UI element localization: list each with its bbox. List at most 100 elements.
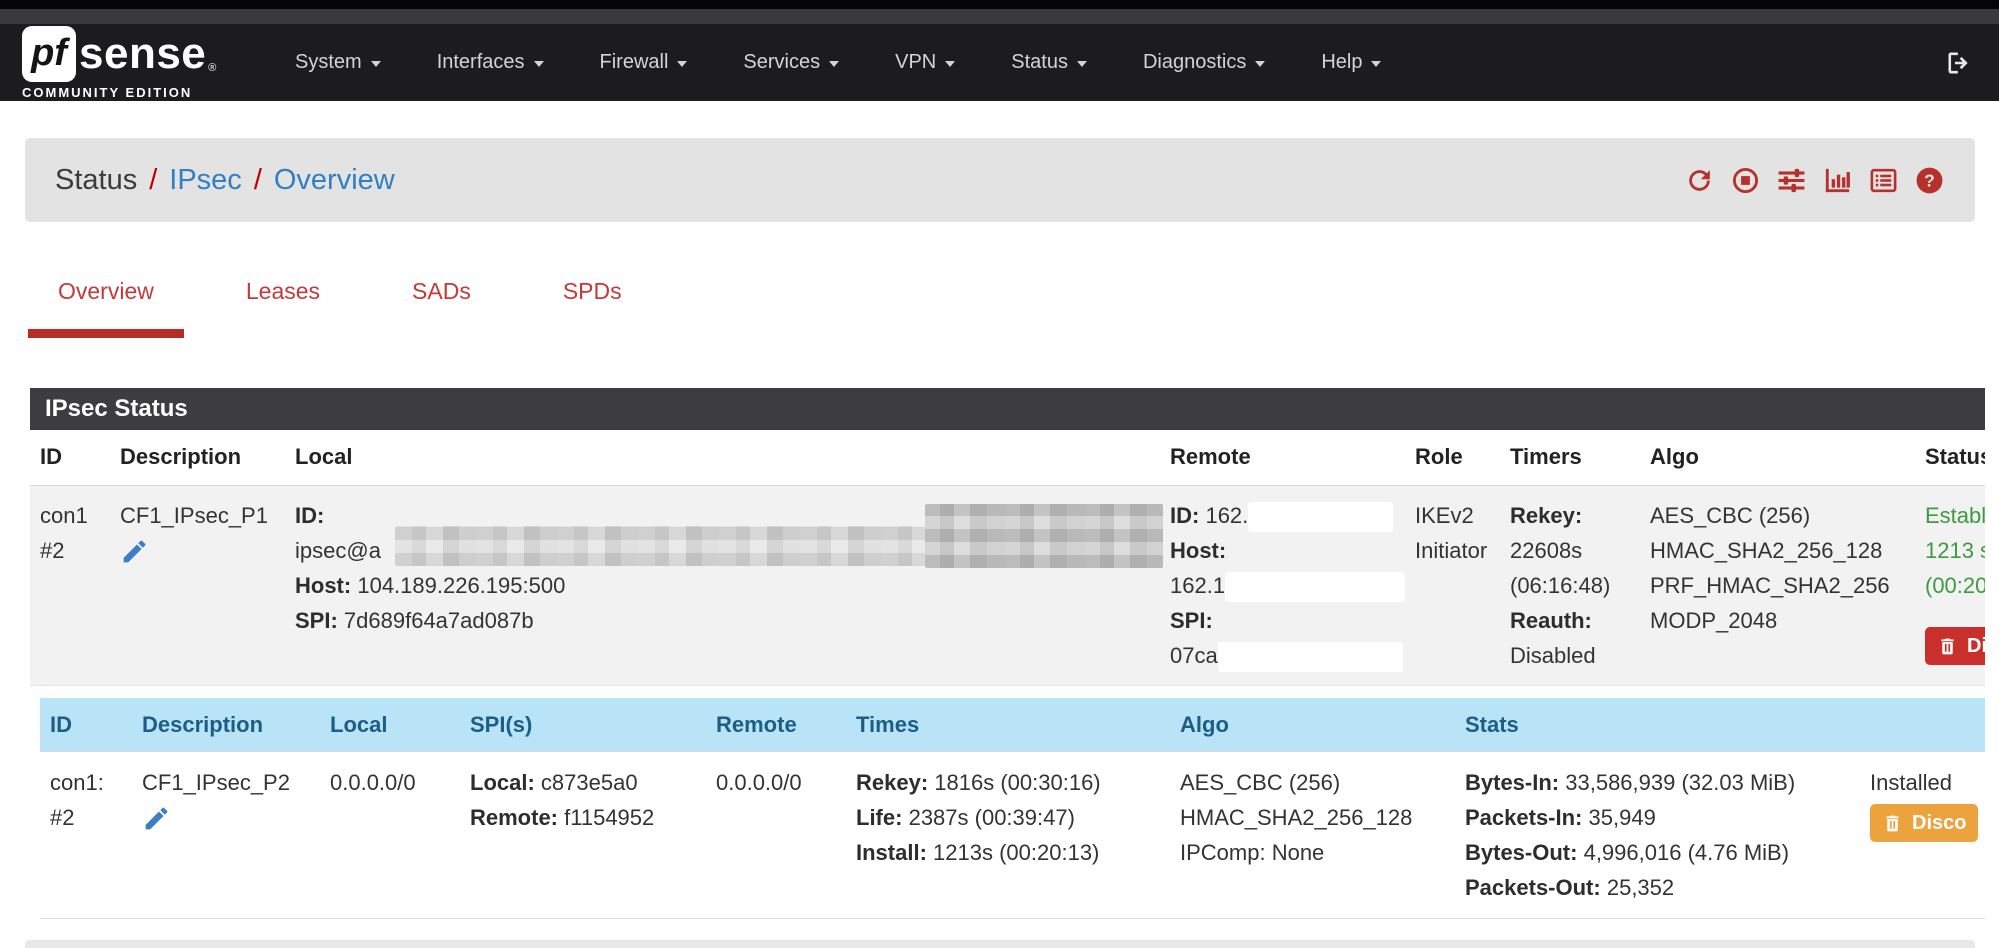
disconnect-p2-button[interactable]: Disco [1870,804,1978,842]
p1-rekey-time: (06:16:48) [1510,573,1610,598]
nav-item-label: System [295,51,362,74]
p1-description-cell: CF1_IPsec_P1 [110,486,285,686]
p1-status-state: Establ [1925,498,1985,533]
sliders-icon[interactable] [1776,165,1807,196]
sign-out-icon[interactable] [1945,49,1973,77]
p1-remote-host-label: Host: [1170,538,1226,563]
breadcrumb-actions: ? [1684,165,1945,196]
edit-pencil-icon[interactable] [142,804,171,833]
p2-spi-remote-value: f1154952 [564,805,654,830]
p2-container-cell: ID Description Local SPI(s) Remote Times… [30,686,1985,932]
p2-bytes-out-value: 4,996,016 (4.76 MiB) [1584,840,1789,865]
svg-text:?: ? [1924,170,1935,190]
p1-col-role: Role [1405,430,1500,486]
p1-remote-id-label: ID: [1170,503,1199,528]
p2-spi-local-label: Local: [470,770,535,795]
pfsense-logo-row: pf sense ® [22,26,237,82]
nav-item-label: Help [1321,51,1362,74]
p2-rekey-label: Rekey: [856,770,928,795]
p2-col-times: Times [846,698,1170,752]
disconnect-p1-label: Dis [1967,635,1985,657]
breadcrumb-link-ipsec[interactable]: IPsec [169,164,242,197]
breadcrumb-separator: / [149,164,157,197]
p1-remote-spi-label: SPI: [1170,608,1213,633]
stop-icon[interactable] [1730,165,1761,196]
p1-remote-host-value: 162.1 [1170,573,1225,598]
p1-timers-cell: Rekey: 22608s (06:16:48) Reauth: Disable… [1500,486,1640,686]
p2-col-actions [1860,698,1985,752]
p2-col-stats: Stats [1455,698,1860,752]
p2-algo-cell: AES_CBC (256) HMAC_SHA2_256_128 IPComp: … [1170,752,1455,919]
bar-chart-icon[interactable] [1822,165,1853,196]
pfsense-logo-tagline: COMMUNITY EDITION [22,85,237,100]
tab-spds[interactable]: SPDs [563,278,622,314]
pfsense-logo-pf: pf [22,26,76,82]
tab-sads[interactable]: SADs [412,278,471,314]
tab-leases[interactable]: Leases [246,278,320,314]
disconnect-p1-button[interactable]: Dis [1925,627,1985,665]
p1-status-uptime: 1213 s [1925,533,1985,568]
p1-local-host-label: Host: [295,573,351,598]
p1-local-id-value: ipsec@a [295,538,381,563]
p1-remote-id-value: 162. [1205,503,1248,528]
nav-item-label: Interfaces [437,51,525,74]
p1-status-time: (00:20 [1925,568,1985,603]
nav-item-label: VPN [895,51,936,74]
p2-install-value: 1213s (00:20:13) [933,840,1099,865]
window-chrome-top [0,0,1999,9]
p1-description: CF1_IPsec_P1 [120,498,275,533]
p2-life-value: 2387s (00:39:47) [909,805,1075,830]
caret-down-icon [1371,61,1381,67]
p2-col-id: ID [40,698,132,752]
nav-item-vpn[interactable]: VPN [867,24,983,101]
nav-item-system[interactable]: System [267,24,409,101]
next-panel-edge [25,940,1975,948]
p2-spi-local-value: c873e5a0 [541,770,638,795]
nav-item-interfaces[interactable]: Interfaces [409,24,572,101]
p2-spi-remote-label: Remote: [470,805,558,830]
p2-col-local: Local [320,698,460,752]
refresh-icon[interactable] [1684,165,1715,196]
caret-down-icon [371,61,381,67]
p2-rekey-value: 1816s (00:30:16) [934,770,1100,795]
p2-times-cell: Rekey: 1816s (00:30:16) Life: 2387s (00:… [846,752,1170,919]
help-icon[interactable]: ? [1914,165,1945,196]
nav-item-diagnostics[interactable]: Diagnostics [1115,24,1293,101]
top-navbar: pf sense ® COMMUNITY EDITION System Inte… [0,24,1999,101]
p1-algo-dhgroup: MODP_2048 [1650,603,1905,638]
redaction-pixelated [925,504,1163,568]
p2-algo-encryption: AES_CBC (256) [1180,765,1445,800]
p2-remote-cell: 0.0.0.0/0 [706,752,846,919]
p1-algo-prf: PRF_HMAC_SHA2_256 [1650,568,1905,603]
pfsense-logo[interactable]: pf sense ® COMMUNITY EDITION [22,26,237,100]
p1-rekey-value: 22608s [1510,538,1582,563]
breadcrumb-link-overview[interactable]: Overview [274,164,395,197]
nav-item-help[interactable]: Help [1293,24,1409,101]
nav-item-label: Diagnostics [1143,51,1246,74]
p2-spis-cell: Local: c873e5a0 Remote: f1154952 [460,752,706,919]
nav-item-firewall[interactable]: Firewall [572,24,716,101]
p1-col-timers: Timers [1500,430,1640,486]
p1-remote-spi-value: 07ca [1170,643,1218,668]
p2-col-algo: Algo [1170,698,1455,752]
caret-down-icon [534,61,544,67]
edit-pencil-icon[interactable] [120,537,149,566]
p1-rekey-label: Rekey: [1510,503,1582,528]
p1-id-cell: con1 #2 [30,486,110,686]
caret-down-icon [945,61,955,67]
p1-algo-encryption: AES_CBC (256) [1650,498,1905,533]
nav-item-status[interactable]: Status [983,24,1115,101]
p2-bytes-in-value: 33,586,939 (32.03 MiB) [1565,770,1795,795]
tab-overview[interactable]: Overview [58,278,154,314]
list-icon[interactable] [1868,165,1899,196]
disconnect-p2-label: Disco [1912,812,1966,834]
p1-reauth-label: Reauth: [1510,608,1592,633]
ipsec-p1-table: ID Description Local Remote Role Timers … [30,430,1985,931]
redaction-box [1218,642,1403,672]
ipsec-status-panel: IPsec Status ID Description Local Remote… [30,388,1985,931]
p2-packets-in-label: Packets-In: [1465,805,1582,830]
p2-col-description: Description [132,698,320,752]
nav-item-services[interactable]: Services [715,24,867,101]
trash-icon [1882,813,1903,834]
p2-life-label: Life: [856,805,902,830]
